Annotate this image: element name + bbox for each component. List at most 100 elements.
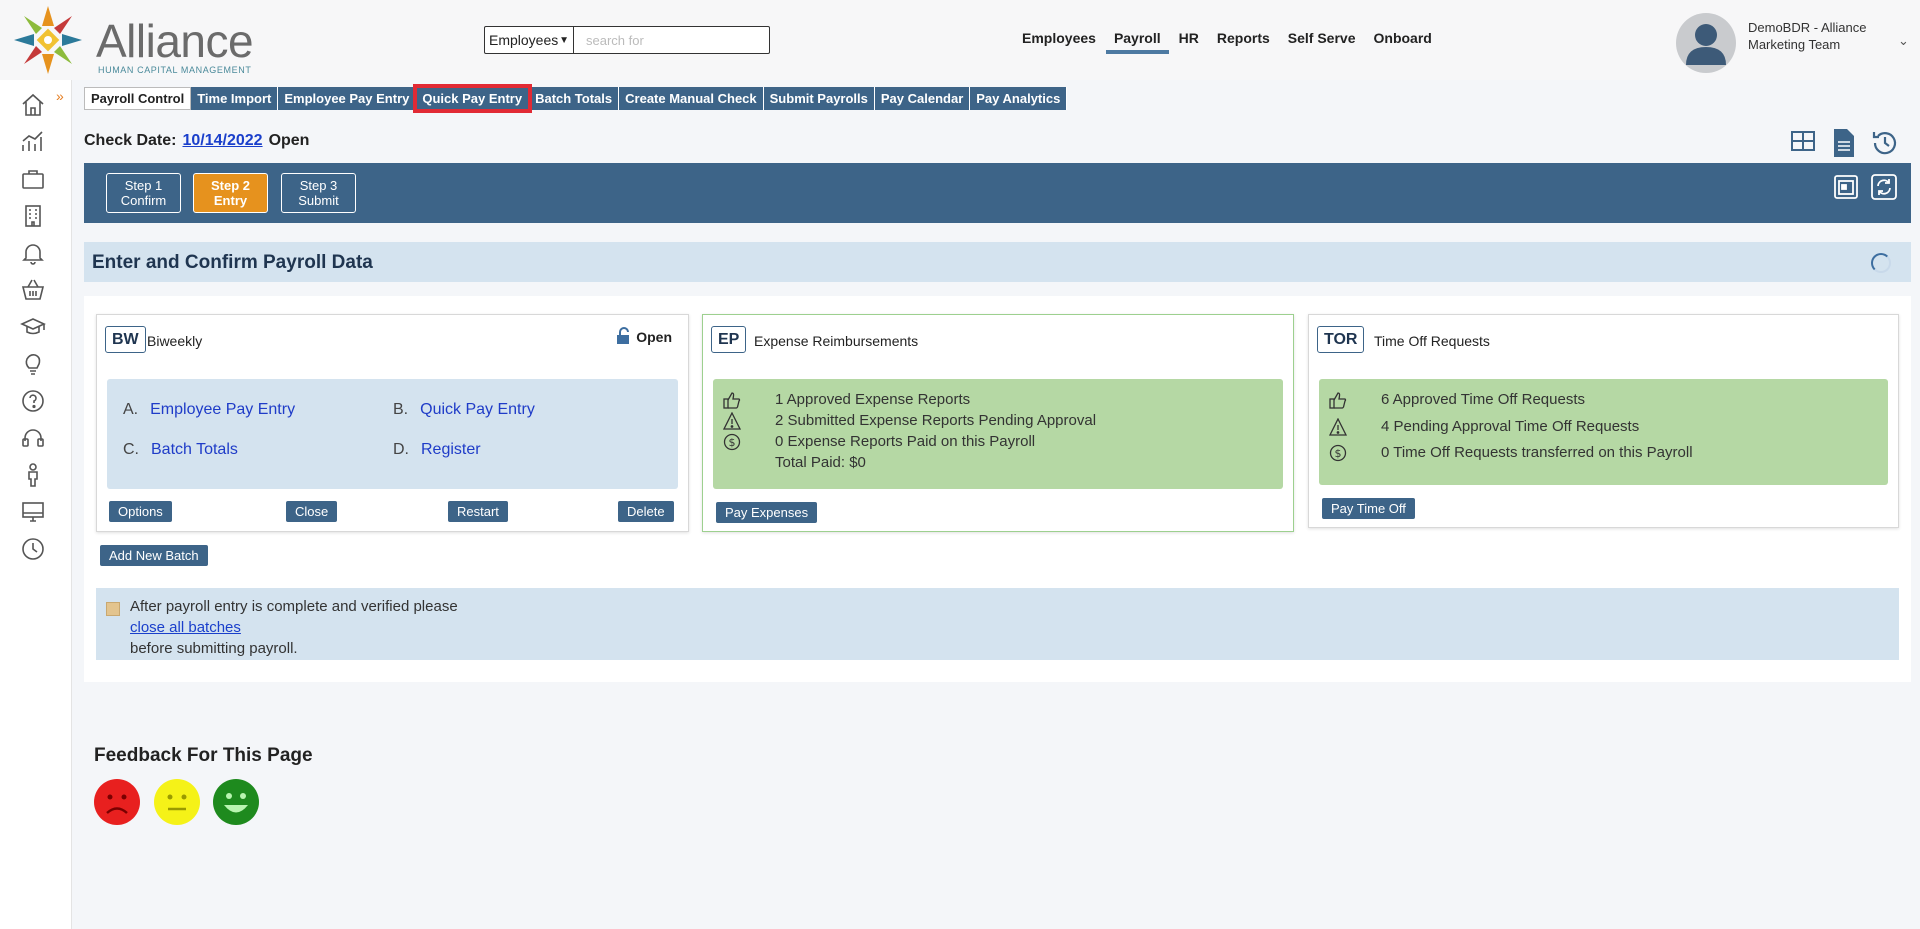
batch-link-d[interactable]: D. Register (393, 441, 481, 459)
expense-line-paid: 0 Expense Reports Paid on this Payroll (775, 433, 1036, 450)
brand-name: Alliance (96, 15, 254, 67)
calendar-icon[interactable] (1832, 173, 1860, 201)
close-batch-button[interactable]: Close (286, 501, 338, 522)
lightbulb-icon[interactable] (20, 351, 46, 377)
graduation-cap-icon[interactable] (20, 314, 46, 340)
time-off-summary-box: 6 Approved Time Off Requests 4 Pending A… (1319, 379, 1888, 485)
user-name: DemoBDR - Alliance Marketing Team (1748, 20, 1867, 52)
payroll-tabs: Payroll Control Time Import Employee Pay… (84, 84, 1068, 113)
briefcase-icon[interactable] (20, 166, 46, 192)
building-icon[interactable] (20, 203, 46, 229)
step-1-confirm-button[interactable]: Step 1 Confirm (106, 173, 181, 213)
check-date-label: Check Date: (84, 132, 177, 149)
note-icon (106, 602, 120, 616)
link-batch-totals[interactable]: Batch Totals (151, 441, 238, 458)
link-letter: A. (123, 401, 139, 418)
unlock-icon (617, 327, 629, 344)
step-3-submit-button[interactable]: Step 3 Submit (281, 173, 356, 213)
monitor-icon[interactable] (20, 499, 46, 525)
chevron-down-icon[interactable]: ⌄ (1898, 33, 1909, 49)
home-icon[interactable] (20, 92, 46, 118)
basket-icon[interactable] (20, 277, 46, 303)
step-1-line2: Confirm (120, 193, 167, 208)
tab-payroll-control[interactable]: Payroll Control (84, 87, 192, 110)
nav-reports[interactable]: Reports (1217, 30, 1270, 52)
batch-links-box: A. Employee Pay Entry B. Quick Pay Entry C… (107, 379, 678, 489)
notice-line-1: After payroll entry is complete and veri… (130, 598, 458, 615)
tab-time-import[interactable]: Time Import (191, 87, 279, 110)
link-quick-pay-entry[interactable]: Quick Pay Entry (420, 401, 535, 418)
happy-face-icon[interactable] (212, 778, 260, 826)
warning-icon (723, 412, 741, 430)
tab-employee-pay-entry[interactable]: Employee Pay Entry (278, 87, 417, 110)
expense-reimbursements-card: EP Expense Reimbursements 1 Approved Exp… (702, 314, 1294, 532)
time-off-line-pending: 4 Pending Approval Time Off Requests (1381, 418, 1640, 435)
bell-icon[interactable] (20, 240, 46, 266)
global-search: Employees ▼ search for (484, 26, 770, 54)
pay-expenses-button[interactable]: Pay Expenses (716, 502, 818, 523)
document-icon[interactable] (1832, 128, 1856, 158)
pay-time-off-button[interactable]: Pay Time Off (1322, 498, 1415, 519)
batch-link-a[interactable]: A. Employee Pay Entry (123, 401, 295, 419)
brand-tagline: HUMAN CAPITAL MANAGEMENT (98, 65, 252, 75)
refresh-icon[interactable] (1870, 173, 1898, 201)
link-register[interactable]: Register (421, 441, 481, 458)
header: Alliance HUMAN CAPITAL MANAGEMENT Employ… (0, 0, 1920, 80)
tab-batch-totals[interactable]: Batch Totals (529, 87, 620, 110)
neutral-face-icon[interactable] (153, 778, 201, 826)
close-batches-notice: After payroll entry is complete and veri… (96, 588, 1899, 660)
expense-summary-box: 1 Approved Expense Reports 2 Submitted E… (713, 379, 1283, 489)
link-letter: B. (393, 401, 409, 418)
tab-pay-analytics[interactable]: Pay Analytics (970, 87, 1068, 110)
avatar[interactable] (1676, 13, 1736, 73)
grid-view-icon[interactable] (1790, 128, 1816, 154)
batch-link-b[interactable]: B. Quick Pay Entry (393, 401, 535, 419)
add-new-batch-button[interactable]: Add New Batch (100, 545, 208, 566)
history-icon[interactable] (1870, 128, 1900, 158)
step-3-line2: Submit (298, 193, 339, 208)
help-icon[interactable] (20, 388, 46, 414)
link-employee-pay-entry[interactable]: Employee Pay Entry (150, 401, 295, 418)
nav-employees[interactable]: Employees (1022, 30, 1096, 52)
headset-icon[interactable] (20, 425, 46, 451)
nav-onboard[interactable]: Onboard (1374, 30, 1432, 52)
nav-self-serve[interactable]: Self Serve (1288, 30, 1356, 52)
alliance-logo-mark-icon (14, 6, 82, 74)
tab-submit-payrolls[interactable]: Submit Payrolls (763, 87, 875, 110)
search-input[interactable]: search for (574, 26, 770, 54)
step-2-line2: Entry (213, 193, 248, 208)
chevron-down-icon: ▼ (559, 34, 569, 46)
sad-face-icon[interactable] (93, 778, 141, 826)
person-icon[interactable] (20, 462, 46, 488)
time-off-line-transferred: 0 Time Off Requests transferred on this … (1381, 444, 1693, 461)
thumbs-up-icon (1329, 392, 1347, 409)
notice-text: After payroll entry is complete and veri… (130, 596, 458, 659)
link-letter: D. (393, 441, 409, 458)
step-2-entry-button[interactable]: Step 2 Entry (193, 173, 268, 213)
nav-hr[interactable]: HR (1179, 30, 1199, 52)
analytics-icon[interactable] (20, 129, 46, 155)
payroll-entry-panel: BW Biweekly Open A. Employee Pay Entry B.… (84, 296, 1911, 682)
expense-code-badge: EP (711, 326, 747, 353)
check-date-link[interactable]: 10/14/2022 (182, 132, 262, 149)
batch-link-c[interactable]: C. Batch Totals (123, 441, 238, 459)
warning-icon (1329, 418, 1347, 436)
close-all-batches-link[interactable]: close all batches (130, 619, 241, 636)
delete-button[interactable]: Delete (618, 501, 674, 522)
alliance-logo[interactable]: Alliance HUMAN CAPITAL MANAGEMENT (8, 2, 258, 78)
sidebar-expand-icon[interactable]: » (56, 88, 64, 104)
clock-icon[interactable] (20, 536, 46, 562)
tab-quick-pay-entry[interactable]: Quick Pay Entry (413, 84, 533, 113)
restart-button[interactable]: Restart (448, 501, 508, 522)
left-sidebar (0, 80, 72, 929)
tab-pay-calendar[interactable]: Pay Calendar (874, 87, 971, 110)
section-title: Enter and Confirm Payroll Data (92, 252, 373, 273)
options-button[interactable]: Options (109, 501, 172, 522)
svg-text:$: $ (729, 436, 736, 449)
tab-create-manual-check[interactable]: Create Manual Check (619, 87, 764, 110)
expense-line-approved: 1 Approved Expense Reports (775, 391, 971, 408)
top-navigation: Employees Payroll HR Reports Self Serve … (1022, 30, 1450, 54)
search-scope-select[interactable]: Employees ▼ (484, 26, 574, 54)
nav-payroll[interactable]: Payroll (1105, 30, 1169, 54)
expense-title: Expense Reimbursements (754, 333, 919, 349)
